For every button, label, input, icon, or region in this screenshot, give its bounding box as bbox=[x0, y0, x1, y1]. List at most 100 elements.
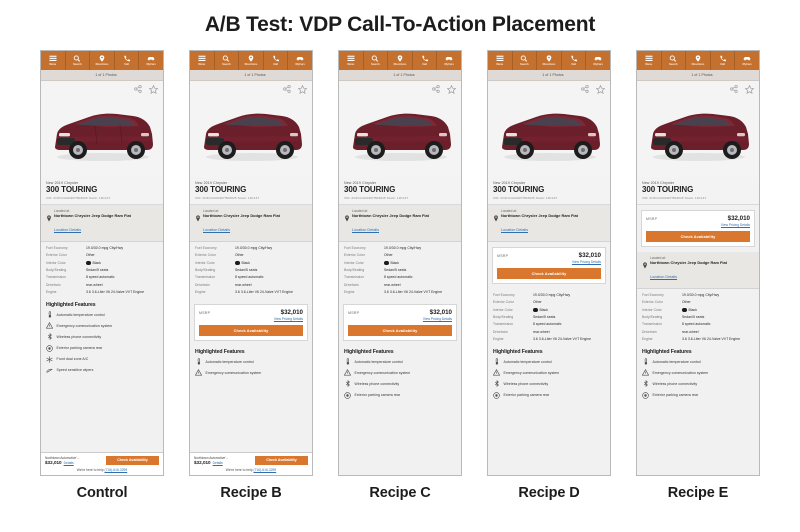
variant-caption-recipe-d: Recipe D bbox=[518, 485, 580, 501]
nav-item-directions[interactable]: Directions bbox=[537, 51, 562, 70]
nav-label-search: Search bbox=[73, 62, 82, 66]
spec-row: Body/Seating Sedan/5 seats bbox=[493, 315, 556, 320]
nav-item-search[interactable]: Search bbox=[662, 51, 687, 70]
spec-row: Fuel Economy 19.0/30.0 mpg City/Hwy bbox=[642, 293, 720, 298]
sticky-details-link[interactable]: Details bbox=[64, 461, 74, 465]
phone-icon bbox=[272, 55, 280, 62]
hero-action-buttons bbox=[283, 85, 307, 94]
help-phone-link[interactable]: (716)-616-3299 bbox=[104, 468, 127, 472]
nav-item-search[interactable]: Search bbox=[513, 51, 538, 70]
nav-item-call[interactable]: Call bbox=[115, 51, 140, 70]
photo-counter-bar[interactable]: 1 of 1 Photos bbox=[488, 70, 610, 86]
nav-item-mycars[interactable]: MyCars bbox=[288, 51, 312, 70]
feature-item: Exterior parking camera rear bbox=[493, 391, 605, 399]
sticky-details-link[interactable]: Details bbox=[213, 461, 223, 465]
phone-mockup-control: Menu Search Directions Call MyCars 1 of … bbox=[40, 50, 164, 476]
nav-item-directions[interactable]: Directions bbox=[90, 51, 115, 70]
camera-lens-icon bbox=[344, 391, 351, 399]
feature-item: Wireless phone connectivity bbox=[46, 333, 158, 341]
hamburger-menu-icon bbox=[49, 55, 57, 62]
location-details-link[interactable]: Location Details bbox=[501, 228, 528, 232]
ab-test-comparison-page: A/B Test: VDP Call-To-Action Placement M… bbox=[0, 0, 800, 532]
nav-item-mycars[interactable]: MyCars bbox=[735, 51, 759, 70]
nav-item-directions[interactable]: Directions bbox=[388, 51, 413, 70]
help-phone-link[interactable]: (716)-616-3299 bbox=[253, 468, 276, 472]
spec-value: 3.6 3.6-Liter V6 24-Valve VVT Engine bbox=[86, 289, 145, 294]
vehicle-hero-image[interactable] bbox=[41, 81, 163, 177]
check-availability-button[interactable]: Check Availability bbox=[199, 325, 303, 337]
vehicle-hero-image[interactable] bbox=[190, 81, 312, 177]
vehicle-model: 300 TOURING bbox=[642, 185, 694, 194]
map-pin-icon bbox=[493, 209, 499, 222]
vehicle-model: 300 TOURING bbox=[195, 185, 247, 194]
nav-item-call[interactable]: Call bbox=[562, 51, 587, 70]
nav-item-search[interactable]: Search bbox=[66, 51, 91, 70]
share-icon[interactable] bbox=[134, 85, 142, 94]
check-availability-button[interactable]: Check Availability bbox=[348, 325, 452, 337]
nav-item-search[interactable]: Search bbox=[215, 51, 240, 70]
location-details-link[interactable]: Location Details bbox=[650, 275, 677, 279]
share-icon[interactable] bbox=[432, 85, 440, 94]
check-availability-button[interactable]: Check Availability bbox=[255, 455, 308, 465]
vehicle-vin-stock: VIN: 2C3CCA0G9KH503025 Stock: 19C137 bbox=[493, 196, 558, 200]
check-availability-button[interactable]: Check Availability bbox=[646, 231, 750, 242]
location-details-link[interactable]: Location Details bbox=[352, 228, 379, 232]
view-pricing-details-link[interactable]: View Pricing Details bbox=[497, 260, 601, 264]
vehicle-hero-image[interactable] bbox=[637, 81, 759, 177]
star-outline-icon[interactable] bbox=[298, 85, 307, 94]
feature-item: Automatic temperature control bbox=[344, 358, 456, 365]
spec-value: rear-wheel bbox=[86, 282, 103, 287]
share-icon[interactable] bbox=[283, 85, 291, 94]
nav-item-menu[interactable]: Menu bbox=[339, 51, 364, 70]
map-pin-icon bbox=[46, 209, 52, 222]
nav-item-directions[interactable]: Directions bbox=[239, 51, 264, 70]
view-pricing-details-link[interactable]: View Pricing Details bbox=[348, 317, 452, 321]
nav-item-call[interactable]: Call bbox=[413, 51, 438, 70]
map-pin-icon bbox=[545, 55, 553, 62]
price-label: MSRP bbox=[497, 254, 509, 259]
view-pricing-details-link[interactable]: View Pricing Details bbox=[646, 223, 750, 227]
bluetooth-icon bbox=[642, 380, 649, 388]
nav-item-call[interactable]: Call bbox=[711, 51, 736, 70]
location-details-link[interactable]: Location Details bbox=[203, 228, 230, 232]
spec-key: Exterior Color bbox=[46, 253, 67, 258]
nav-item-call[interactable]: Call bbox=[264, 51, 289, 70]
share-icon[interactable] bbox=[581, 85, 589, 94]
spec-row: Engine 3.6 3.6-Liter V6 24-Valve VVT Engi… bbox=[46, 290, 158, 294]
spec-row: Interior Color Black bbox=[493, 307, 549, 313]
photo-counter-bar[interactable]: 1 of 1 Photos bbox=[190, 70, 312, 86]
nav-item-mycars[interactable]: MyCars bbox=[437, 51, 461, 70]
star-outline-icon[interactable] bbox=[596, 85, 605, 94]
phone-icon bbox=[570, 55, 578, 62]
share-icon[interactable] bbox=[730, 85, 738, 94]
vehicle-title-block: New 2019 Chrysler 300 TOURING VIN: 2C3CC… bbox=[41, 177, 163, 205]
price-card: MSRP $32,010 View Pricing Details Check … bbox=[492, 247, 606, 285]
star-outline-icon[interactable] bbox=[745, 85, 754, 94]
vehicle-hero-image[interactable] bbox=[488, 81, 610, 177]
nav-item-mycars[interactable]: MyCars bbox=[139, 51, 163, 70]
phone-icon bbox=[719, 55, 727, 62]
wiper-icon bbox=[46, 367, 53, 374]
star-outline-icon[interactable] bbox=[149, 85, 158, 94]
vehicle-photo bbox=[339, 81, 461, 177]
nav-item-menu[interactable]: Menu bbox=[488, 51, 513, 70]
warning-triangle-icon bbox=[46, 322, 53, 329]
nav-item-menu[interactable]: Menu bbox=[190, 51, 215, 70]
camera-lens-icon bbox=[46, 344, 53, 352]
nav-item-menu[interactable]: Menu bbox=[41, 51, 66, 70]
camera-icon bbox=[236, 73, 243, 86]
nav-item-directions[interactable]: Directions bbox=[686, 51, 711, 70]
location-details-link[interactable]: Location Details bbox=[54, 228, 81, 232]
view-pricing-details-link[interactable]: View Pricing Details bbox=[199, 317, 303, 321]
check-availability-button[interactable]: Check Availability bbox=[497, 268, 601, 280]
photo-counter-bar[interactable]: 1 of 1 Photos bbox=[41, 70, 163, 86]
photo-counter-bar[interactable]: 1 of 1 Photos bbox=[339, 70, 461, 86]
check-availability-button[interactable]: Check Availability bbox=[106, 455, 159, 465]
nav-item-mycars[interactable]: MyCars bbox=[586, 51, 610, 70]
star-outline-icon[interactable] bbox=[447, 85, 456, 94]
spec-row: Exterior Color Other bbox=[46, 253, 158, 257]
nav-item-search[interactable]: Search bbox=[364, 51, 389, 70]
nav-item-menu[interactable]: Menu bbox=[637, 51, 662, 70]
vehicle-hero-image[interactable] bbox=[339, 81, 461, 177]
photo-counter-bar[interactable]: 1 of 1 Photos bbox=[637, 70, 759, 86]
